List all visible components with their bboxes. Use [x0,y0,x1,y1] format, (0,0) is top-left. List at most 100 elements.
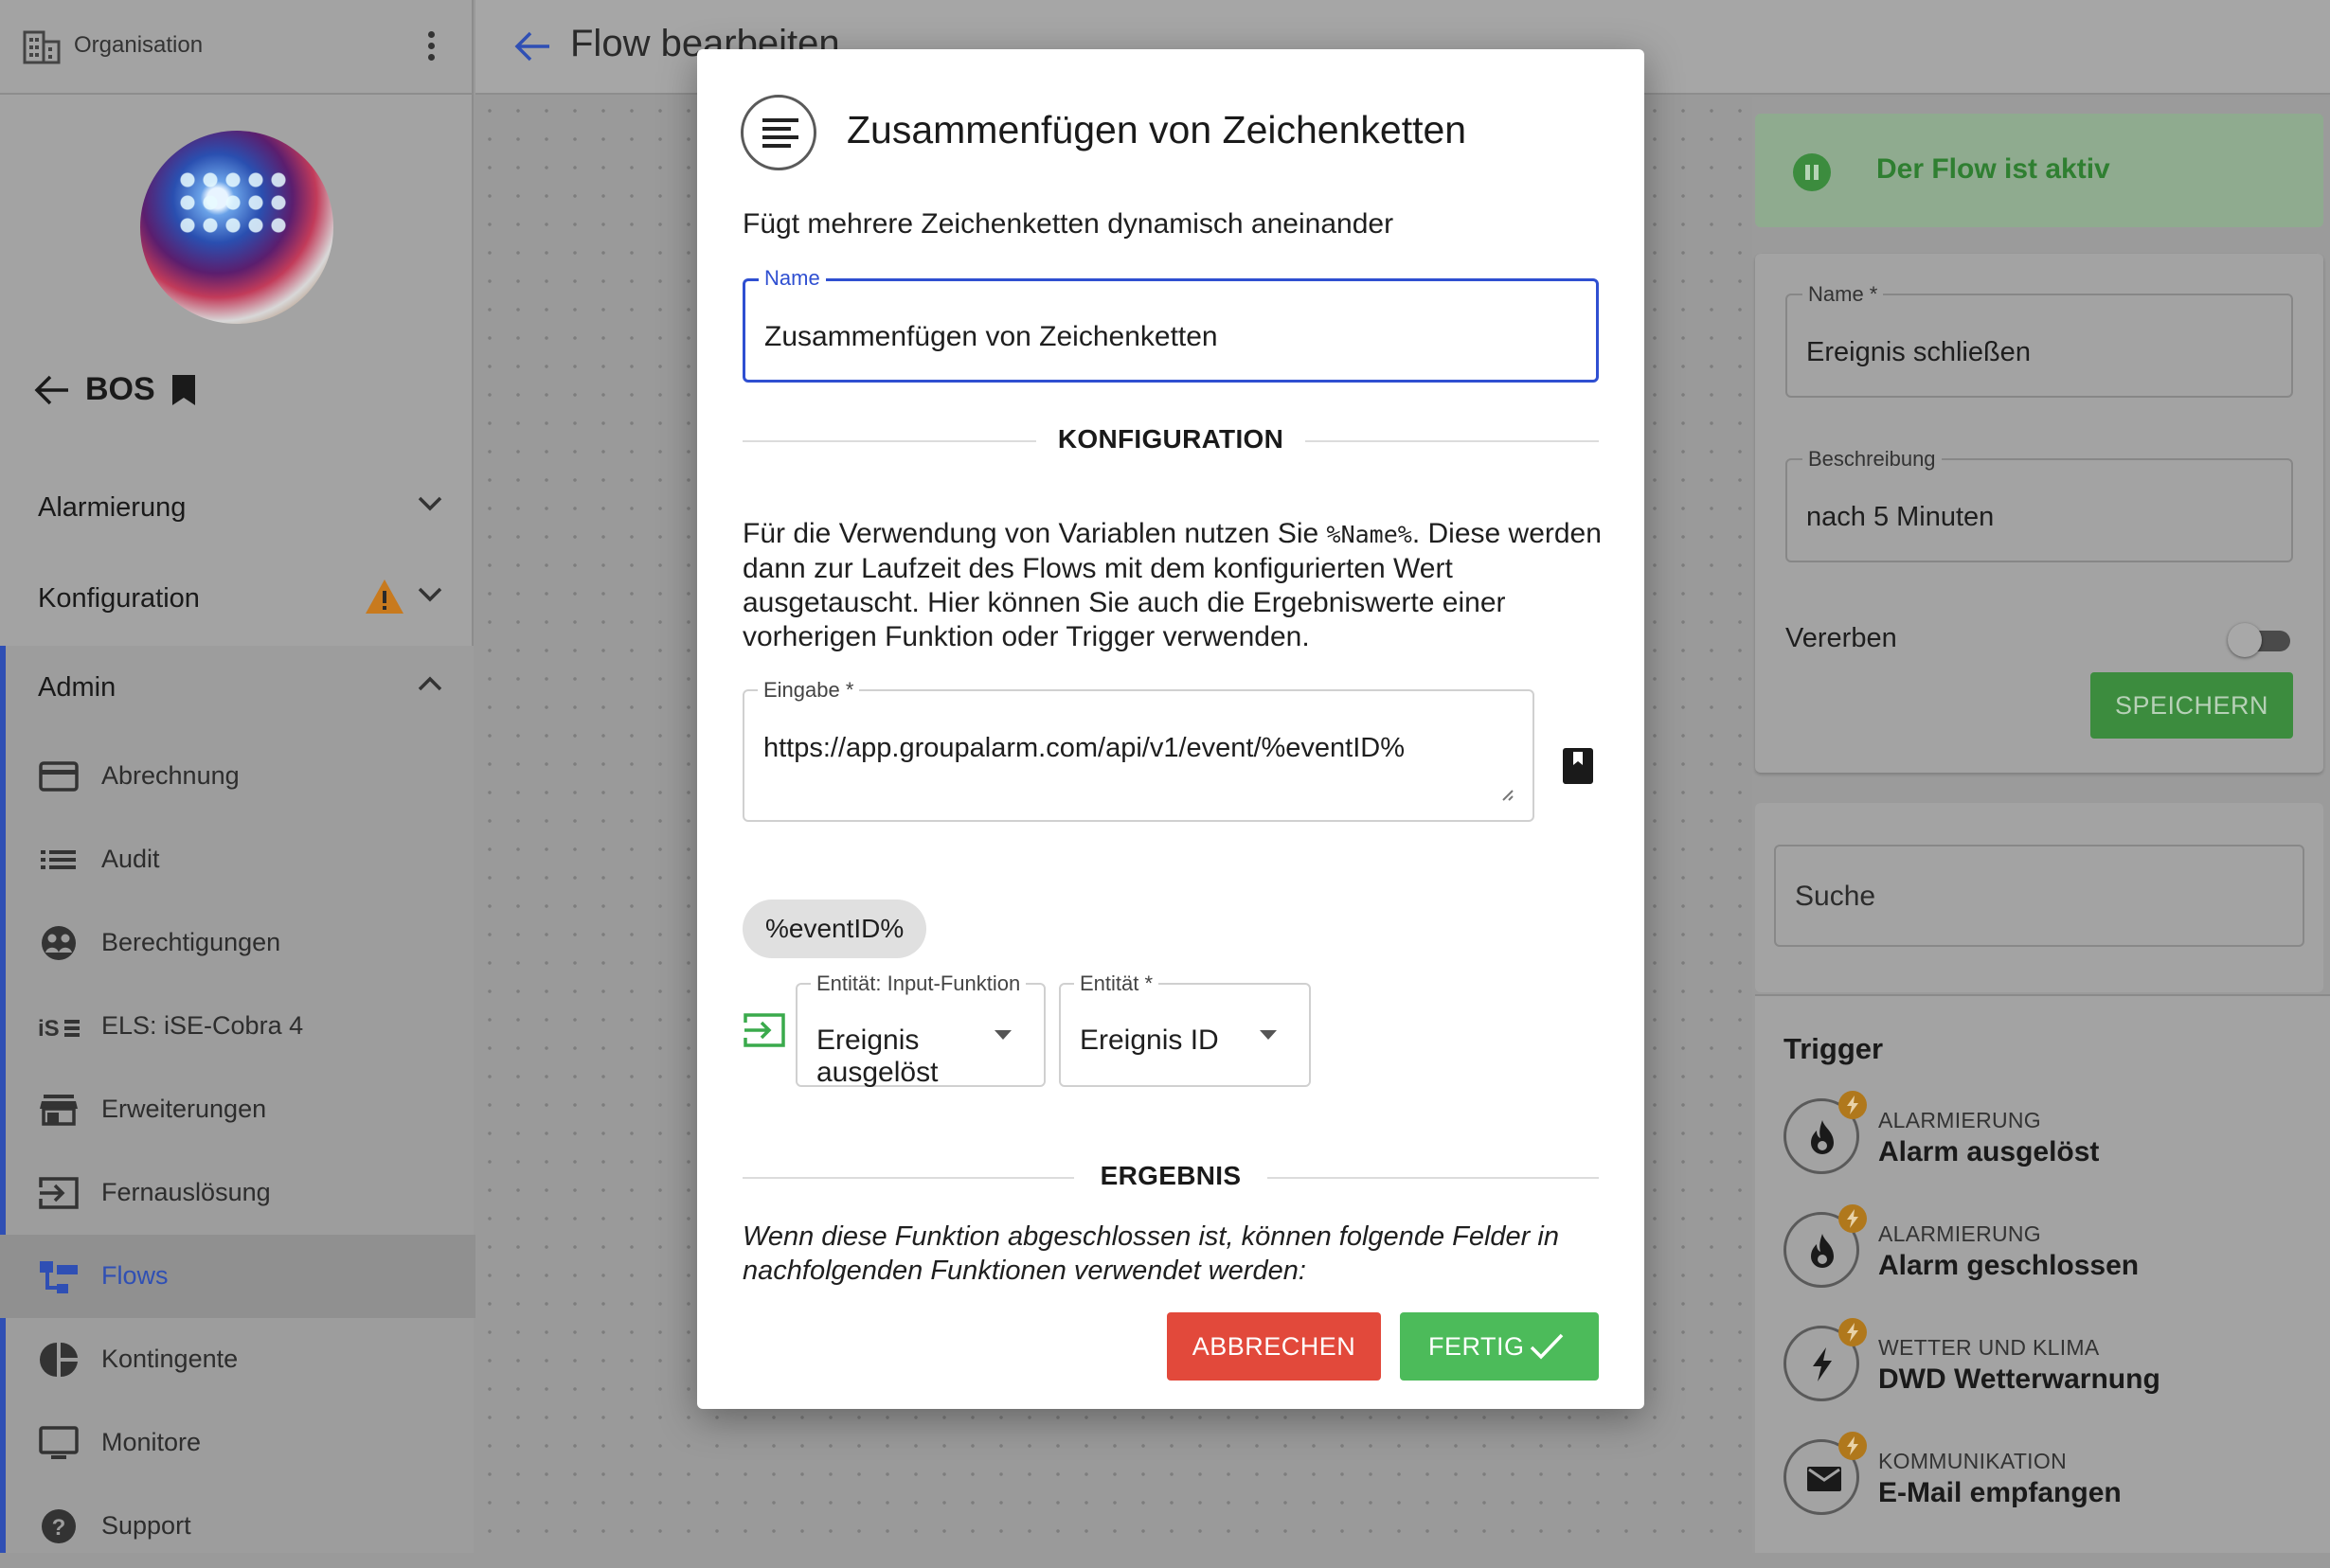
nav-section-admin-expanded: Admin Abrechnung Audit Berechtigungen iS… [0,646,479,1553]
organisation-label: Organisation [74,32,204,58]
credit-card-icon [39,761,79,792]
sidebar-item-monitore[interactable]: Monitore [0,1401,474,1485]
nav-section-konfiguration[interactable]: Konfiguration [0,557,474,642]
function-dialog: Zusammenfügen von Zeichenketten Fügt meh… [697,49,1644,1409]
result-help-text: Wenn diese Funktion abgeschlossen ist, k… [743,1221,1559,1286]
result-divider: ERGEBNIS [743,1161,1599,1193]
chevron-down-icon [418,496,442,511]
svg-text:iS: iS [38,1016,60,1042]
trigger-name: Alarm ausgelöst [1878,1136,2100,1167]
bos-label: BOS [85,371,155,407]
sidebar: Organisation BOS Alarmierung Konfigurati… [0,0,479,1553]
lightning-badge-icon [1847,1323,1858,1342]
field-value: Zusammenfügen von Zeichenketten [764,321,1218,352]
sidebar-item-abrechnung[interactable]: Abrechnung [0,735,474,818]
field-label: Name [759,266,826,291]
input-textarea[interactable]: Eingabe * https://app.groupalarm.com/api… [743,678,1534,822]
trigger-category: KOMMUNIKATION [1878,1449,2067,1473]
field-value: nach 5 Minuten [1806,502,1995,532]
resize-handle-icon[interactable] [1498,786,1514,801]
sidebar-item-label: Audit [101,845,160,873]
search-input[interactable]: Suche [1774,845,2304,947]
inherit-toggle[interactable] [2228,623,2292,657]
mail-icon [1807,1467,1841,1491]
sidebar-item-support[interactable]: ? Support [0,1485,474,1568]
sidebar-item-berechtigungen[interactable]: Berechtigungen [0,901,474,985]
monitor-icon [39,1426,79,1459]
bookmark-icon[interactable] [1561,746,1595,786]
chevron-up-icon [418,676,442,691]
dialog-description: Fügt mehrere Zeichenketten dynamisch ane… [743,208,1394,240]
trigger-category: ALARMIERUNG [1878,1108,2041,1132]
bookmark-icon [171,374,195,405]
nav-section-alarmierung[interactable]: Alarmierung [0,466,474,551]
input-function-icon [744,1013,785,1047]
flow-description-field[interactable]: Beschreibung nach 5 Minuten [1785,447,2293,562]
result-heading: ERGEBNIS [1100,1161,1242,1190]
configuration-heading: KONFIGURATION [1057,424,1284,454]
flow-name-field[interactable]: Name * Ereignis schließen [1785,282,2293,398]
trigger-category: WETTER UND KLIMA [1878,1335,2100,1360]
dialog-title: Zusammenfügen von Zeichenketten [847,108,1467,151]
field-value: Ereignis ID [1080,1025,1219,1056]
sidebar-item-els[interactable]: iS ELS: iSE-Cobra 4 [0,985,474,1068]
configuration-help-text: Für die Verwendung von Variablen nutzen … [743,518,1602,652]
done-button[interactable]: FERTIG [1400,1312,1599,1381]
help-icon: ? [42,1509,76,1543]
more-vert-icon[interactable] [417,27,445,68]
text-align-icon [741,95,816,170]
entity-input-function-select[interactable]: Entität: Input-Funktion Ereignis ausgelö… [796,971,1046,1088]
trigger-item[interactable]: ALARMIERUNG Alarm geschlossen [1783,1204,2314,1307]
sidebar-item-audit[interactable]: Audit [0,818,474,901]
back-to-bos-link[interactable]: BOS [34,371,197,408]
function-name-input[interactable]: Name Zusammenfügen von Zeichenketten [743,266,1599,383]
inherit-label: Vererben [1785,623,1897,653]
sidebar-item-label: Support [101,1511,191,1540]
field-label: Entität * [1074,971,1159,996]
lightning-badge-icon [1847,1096,1858,1114]
variable-syntax-code: %Name% [1326,521,1412,548]
nav-section-admin[interactable]: Admin [0,646,474,731]
trigger-item[interactable]: WETTER UND KLIMA DWD Wetterwarnung [1783,1318,2314,1420]
sidebar-item-erweiterungen[interactable]: Erweiterungen [0,1068,474,1151]
pie-chart-icon [40,1342,78,1378]
nav-section-label: Admin [38,672,116,703]
field-value: Ereignis schließen [1806,337,2031,367]
lightning-badge-icon [1847,1436,1858,1455]
save-button[interactable]: SPEICHERN [2090,672,2293,739]
dropdown-arrow-icon [995,1030,1012,1040]
entity-select[interactable]: Entität * Ereignis ID [1059,971,1311,1087]
done-label: FERTIG [1428,1332,1525,1361]
list-icon [41,850,76,869]
arrow-back-icon[interactable] [513,28,551,64]
check-icon [1530,1333,1564,1360]
sidebar-item-label: Monitore [101,1428,202,1456]
sidebar-item-fernausloesung[interactable]: Fernauslösung [0,1151,474,1235]
configuration-divider: KONFIGURATION [743,424,1599,456]
pause-icon[interactable] [1793,153,1831,191]
lightning-icon [1813,1347,1832,1381]
nav-section-label: Alarmierung [38,492,187,523]
sidebar-item-flows[interactable]: Flows [0,1235,479,1318]
sidebar-item-label: Abrechnung [101,761,240,790]
trigger-item[interactable]: KOMMUNIKATION E-Mail empfangen [1783,1432,2314,1534]
flow-status-text: Der Flow ist aktiv [1876,153,2110,185]
cancel-button[interactable]: ABBRECHEN [1167,1312,1381,1381]
field-label: Eingabe * [758,678,860,703]
variable-chip[interactable]: %eventID% [743,900,927,958]
field-value: https://app.groupalarm.com/api/v1/event/… [763,733,1406,763]
trigger-name: Alarm geschlossen [1878,1250,2140,1281]
arrow-back-icon [34,375,68,404]
nav-section-label: Konfiguration [38,583,200,614]
trigger-name: E-Mail empfangen [1878,1477,2122,1508]
warning-icon [366,579,403,614]
sidebar-item-label: Erweiterungen [101,1095,267,1123]
ise-icon: iS [38,1016,80,1042]
trigger-item[interactable]: ALARMIERUNG Alarm ausgelöst [1783,1091,2314,1193]
fire-icon [1811,1234,1834,1268]
trigger-category: ALARMIERUNG [1878,1221,2041,1246]
sidebar-item-kontingente[interactable]: Kontingente [0,1318,474,1401]
organisation-bar[interactable]: Organisation [0,0,474,95]
field-label: Name * [1802,282,1884,307]
flow-icon [40,1261,78,1293]
